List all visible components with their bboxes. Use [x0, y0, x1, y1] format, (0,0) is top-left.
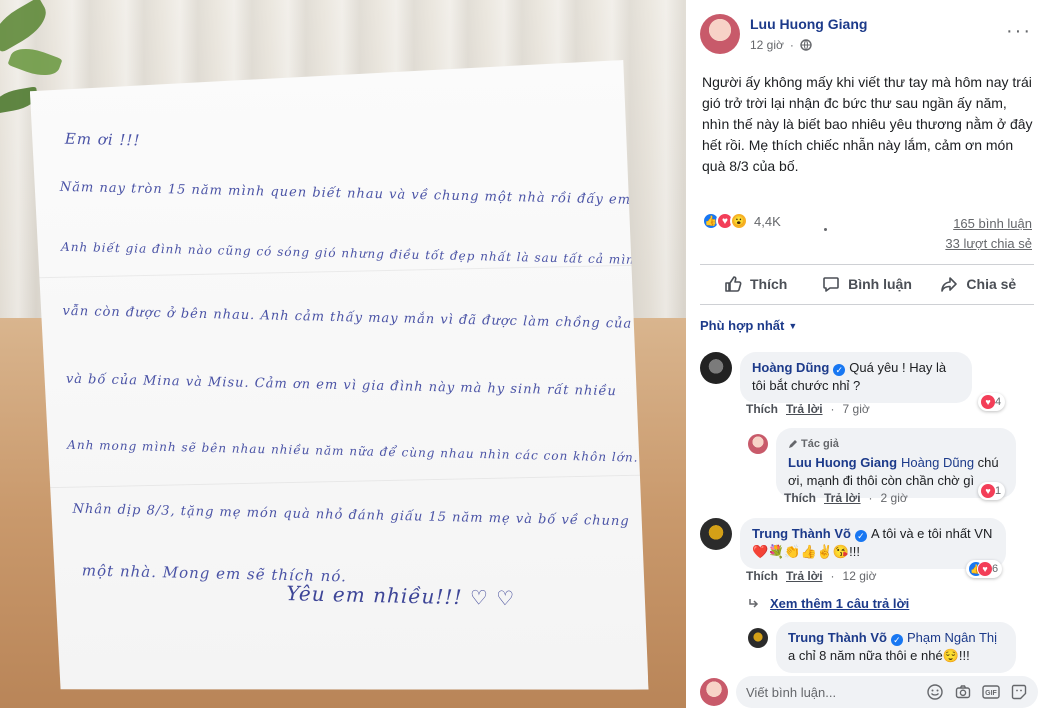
- pen-icon: [789, 440, 797, 448]
- verified-badge-icon: ✓: [854, 530, 867, 542]
- comment-input-placeholder: Viết bình luận...: [746, 684, 837, 700]
- letter-line: Em ơi !!!: [64, 129, 141, 150]
- post-timestamp[interactable]: 12 giờ: [750, 38, 784, 52]
- comment-time[interactable]: 2 giờ: [881, 491, 908, 505]
- commenter-avatar[interactable]: [748, 628, 768, 648]
- post-photo[interactable]: Em ơi !!! Năm nay tròn 15 năm mình quen …: [0, 0, 686, 708]
- post-text: Người ấy không mấy khi viết thư tay mà h…: [702, 74, 1033, 174]
- view-more-replies-link[interactable]: Xem thêm 1 câu trả lời: [748, 596, 909, 611]
- reply-arrow-icon: [749, 598, 759, 608]
- comment-reactions[interactable]: ♥ 1: [978, 482, 1006, 500]
- comment-sort-dropdown[interactable]: Phù hợp nhất ▼: [700, 318, 797, 333]
- comment-reaction-count: 1: [995, 485, 1002, 497]
- caret-down-icon: ▼: [788, 320, 798, 331]
- comment-actions: Thích Trả lời · 7 giờ: [746, 402, 870, 416]
- comment-composer: Viết bình luận... GIF: [700, 676, 1038, 708]
- comment-reaction-count: 6: [992, 563, 999, 575]
- reply-item: Tác giả Luu Huong Giang Hoàng Dũng chú ơi…: [748, 428, 1016, 498]
- emoji-icon[interactable]: [926, 683, 944, 701]
- share-count-link[interactable]: 33 lượt chia sẻ: [945, 236, 1032, 251]
- view-more-label: Xem thêm 1 câu trả lời: [770, 596, 910, 611]
- engagement-counts: 165 bình luận 33 lượt chia sẻ: [945, 214, 1032, 254]
- post-action-bar: Thích Bình luận Chia sẻ: [700, 266, 1034, 302]
- share-button[interactable]: Chia sẻ: [923, 266, 1034, 302]
- letter-line: Anh biết gia đình nào cũng có sóng gió n…: [60, 239, 644, 268]
- love-reaction-icon: ♥: [980, 483, 996, 499]
- comment-reactions[interactable]: ♥ 4: [978, 393, 1006, 411]
- commenter-name[interactable]: Luu Huong Giang: [788, 455, 897, 470]
- post-header: Luu Huong Giang 12 giờ ·: [700, 14, 867, 54]
- comment-time[interactable]: 7 giờ: [843, 402, 870, 416]
- post-side-panel: Luu Huong Giang 12 giờ · ··· Người ấy kh…: [686, 0, 1048, 708]
- globe-icon: [800, 39, 812, 51]
- comment-reaction-count: 4: [995, 396, 1002, 408]
- handwritten-letter: Em ơi !!! Năm nay tròn 15 năm mình quen …: [29, 60, 648, 703]
- reaction-summary[interactable]: 👍 ♥ 😮 4,4K: [702, 212, 781, 230]
- letter-signature: Yêu em nhiều!!! ♡ ♡: [286, 581, 516, 611]
- comment-actions: Thích Trả lời · 12 giờ: [746, 569, 877, 583]
- comment-reply-link[interactable]: Trả lời: [824, 491, 861, 505]
- commenter-avatar[interactable]: [700, 518, 732, 550]
- comment-item: Trung Thành Võ ✓ A tôi và e tôi nhất VN ❤️…: [700, 518, 1006, 569]
- reaction-count: 4,4K: [754, 213, 781, 229]
- sort-label: Phù hợp nhất: [700, 318, 785, 333]
- comment-button[interactable]: Bình luận: [811, 266, 922, 302]
- post-author-name[interactable]: Luu Huong Giang: [750, 16, 867, 32]
- author-tag: Tác giả: [788, 435, 1004, 453]
- commenter-name[interactable]: Trung Thành Võ: [788, 630, 887, 645]
- gif-icon[interactable]: GIF: [982, 683, 1000, 701]
- love-reaction-icon: ♥: [977, 561, 993, 577]
- share-arrow-icon: [941, 277, 958, 292]
- comment-like-link[interactable]: Thích: [746, 402, 778, 416]
- wow-reaction-icon: 😮: [730, 212, 748, 230]
- verified-badge-icon: ✓: [890, 634, 903, 646]
- letter-line: Nhân dịp 8/3, tặng mẹ món quà nhỏ đánh g…: [72, 501, 630, 530]
- thumbs-up-icon: [725, 276, 742, 292]
- comment-text: a chỉ 8 năm nữa thôi e nhé😌!!!: [788, 648, 970, 663]
- mention-link[interactable]: Hoàng Dũng: [901, 455, 974, 470]
- commenter-name[interactable]: Trung Thành Võ: [752, 526, 851, 541]
- camera-icon[interactable]: [954, 683, 972, 701]
- comment-label: Bình luận: [848, 276, 912, 292]
- commenter-avatar[interactable]: [700, 352, 732, 384]
- like-button[interactable]: Thích: [700, 266, 811, 302]
- svg-text:GIF: GIF: [985, 690, 997, 697]
- comment-time[interactable]: 12 giờ: [843, 569, 877, 583]
- verified-badge-icon: ✓: [833, 364, 846, 376]
- author-tag-label: Tác giả: [801, 438, 839, 450]
- reply-item: Trung Thành Võ ✓ Phạm Ngân Thị a chỉ 8 năm…: [748, 622, 1016, 673]
- share-label: Chia sẻ: [966, 276, 1017, 292]
- comment-text: A tôi và e tôi nhất VN: [870, 526, 993, 541]
- comment-actions: Thích Trả lời · 2 giờ: [784, 491, 908, 505]
- comment-count-link[interactable]: 165 bình luận: [953, 216, 1032, 231]
- comment-bubble-icon: [823, 277, 839, 292]
- author-avatar[interactable]: [700, 14, 740, 54]
- comment-reply-link[interactable]: Trả lời: [786, 569, 823, 583]
- sticker-icon[interactable]: [1010, 683, 1028, 701]
- commenter-avatar[interactable]: [748, 434, 768, 454]
- letter-line: vẫn còn được ở bên nhau. Anh cảm thấy ma…: [62, 303, 660, 333]
- comment-like-link[interactable]: Thích: [784, 491, 816, 505]
- comment-emoji: ❤️💐👏👍✌️😘!!!: [752, 544, 860, 559]
- comment-reactions[interactable]: 👍 ♥ 6: [966, 560, 1003, 578]
- current-user-avatar: [700, 678, 728, 706]
- comment-item: Hoàng Dũng ✓ Quá yêu ! Hay là tôi bắt chướ…: [700, 352, 972, 403]
- letter-line: Anh mong mình sẽ bên nhau nhiều năm nữa …: [67, 437, 639, 465]
- like-label: Thích: [749, 276, 788, 292]
- mention-link[interactable]: Phạm Ngân Thị: [907, 630, 997, 645]
- comment-reply-link[interactable]: Trả lời: [786, 402, 823, 416]
- love-reaction-icon: ♥: [980, 394, 996, 410]
- commenter-name[interactable]: Hoàng Dũng: [752, 360, 829, 375]
- more-options-icon[interactable]: ···: [1006, 20, 1032, 43]
- letter-line: và bố của Mina và Misu. Cảm ơn em vì gia…: [65, 371, 618, 400]
- letter-line: Năm nay tròn 15 năm mình quen biết nhau …: [59, 179, 661, 209]
- comment-input[interactable]: Viết bình luận... GIF: [736, 676, 1038, 708]
- comment-like-link[interactable]: Thích: [746, 569, 778, 583]
